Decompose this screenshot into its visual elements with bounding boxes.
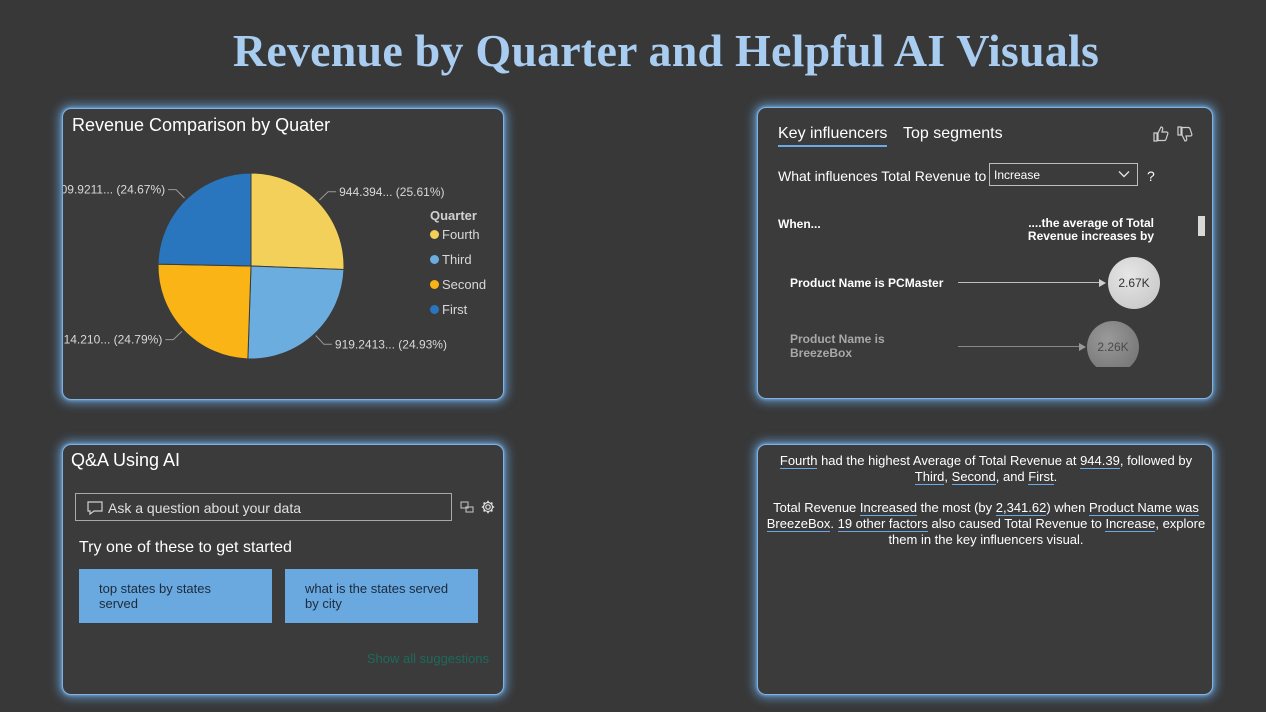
influencer-label-line1: Product Name is PCMaster: [790, 276, 944, 290]
narrative-text-run: the most (by: [917, 500, 996, 515]
influence-question: What influences Total Revenue to: [778, 168, 987, 184]
narrative-text-run: also caused Total Revenue to: [927, 516, 1106, 531]
avg-header-line2: Revenue increases by: [1027, 229, 1154, 243]
narrative-value[interactable]: Increased: [859, 500, 917, 516]
pie-legend: Quarter Fourth Third Second First: [430, 208, 486, 327]
chat-bubble-icon: [87, 501, 103, 515]
settings-gear-icon[interactable]: [481, 500, 495, 514]
influence-dropdown[interactable]: Increase: [989, 163, 1138, 186]
pie-leader-line: [165, 330, 183, 341]
legend-swatch: [430, 305, 439, 314]
narrative-value[interactable]: 2,341.62: [995, 500, 1047, 516]
legend-item-second[interactable]: Second: [430, 277, 486, 302]
narrative-value[interactable]: Fourth: [779, 453, 818, 469]
narrative-text-run: had the highest Average of Total Revenue…: [817, 453, 1081, 468]
narrative-value[interactable]: 944.39: [1080, 453, 1120, 469]
influencer-connector: [958, 282, 1100, 283]
influencer-bubble[interactable]: 2.26K: [1087, 321, 1139, 367]
arrow-icon: [1079, 343, 1086, 351]
influencer-row-label[interactable]: Product Name is BreezeBox: [790, 332, 885, 360]
legend-swatch: [430, 280, 439, 289]
average-increase-header: ....the average of Total Revenue increas…: [1028, 217, 1154, 243]
qa-try-heading: Try one of these to get started: [79, 539, 292, 556]
narrative-value[interactable]: Increase: [1105, 516, 1156, 532]
narrative-text-run: ,: [944, 469, 952, 484]
pie-slice-fourth[interactable]: [250, 172, 345, 271]
narrative-text-run: Total Revenue: [773, 500, 860, 515]
qa-card[interactable]: Q&A Using AI Ask a question about your d…: [62, 444, 504, 695]
pie-chart-card[interactable]: Revenue Comparison by Quater 944.394... …: [62, 108, 504, 400]
thumbs-down-icon[interactable]: [1176, 125, 1194, 143]
qa-placeholder: Ask a question about your data: [108, 500, 302, 516]
narrative-text-run: ) when: [1046, 500, 1089, 515]
legend-item-first[interactable]: First: [430, 302, 486, 327]
legend-label: Fourth: [442, 227, 480, 242]
smart-narrative-card[interactable]: Fourth had the highest Average of Total …: [757, 444, 1213, 695]
legend-label: Second: [442, 277, 487, 292]
chevron-down-icon: [1118, 171, 1130, 178]
narrative-text-run: .: [1053, 469, 1058, 484]
tab-top-segments[interactable]: Top segments: [903, 125, 1003, 143]
influencer-bubble[interactable]: 2.67K: [1108, 257, 1160, 309]
influencer-label-line1: Product Name is: [790, 332, 885, 346]
pie-slice-second[interactable]: [157, 263, 252, 360]
pie-data-label: 914.210... (24.79%): [63, 333, 162, 347]
legend-item-third[interactable]: Third: [430, 252, 486, 277]
influencer-label-line2: BreezeBox: [790, 346, 853, 360]
narrative-value[interactable]: First: [1028, 469, 1054, 485]
legend-label: Third: [442, 252, 472, 267]
pie-leader-line: [319, 191, 337, 201]
show-all-suggestions-link[interactable]: Show all suggestions: [367, 651, 489, 666]
pie-slice-third[interactable]: [247, 265, 345, 360]
influencer-row-label[interactable]: Product Name is PCMaster: [790, 276, 943, 290]
dropdown-value: Increase: [994, 168, 1041, 182]
legend-swatch: [430, 230, 439, 239]
pie-leader-line: [315, 335, 332, 345]
legend-swatch: [430, 255, 439, 264]
pie-slice-first[interactable]: [157, 172, 252, 267]
pie-data-label: 944.394... (25.61%): [339, 185, 444, 199]
narrative-value[interactable]: 19 other factors: [837, 516, 928, 532]
qa-suggestion-button[interactable]: what is the states served by city: [285, 569, 478, 623]
narrative-text-run: .: [830, 516, 838, 531]
legend-label: First: [442, 302, 468, 317]
narrative-text-run: , and: [995, 469, 1029, 484]
narrative-text-run: , followed by: [1119, 453, 1193, 468]
when-header: When...: [778, 217, 821, 231]
question-mark: ?: [1147, 168, 1155, 184]
legend-title: Quarter: [430, 208, 477, 223]
narrative-paragraph-2: Total Revenue Increased the most (by 2,3…: [766, 500, 1206, 548]
scrollbar-thumb[interactable]: [1198, 216, 1205, 236]
narrative-value[interactable]: Third: [914, 469, 945, 485]
narrative-value[interactable]: Second: [951, 469, 996, 485]
page-title: Revenue by Quarter and Helpful AI Visual…: [232, 25, 1100, 76]
narrative-text: Fourth had the highest Average of Total …: [766, 453, 1206, 563]
arrow-icon: [1099, 279, 1106, 287]
pie-data-label: 909.9211... (24.67%): [63, 183, 165, 197]
pie-leader-line: [168, 189, 185, 199]
pie-data-label: 919.2413... (24.93%): [335, 337, 447, 351]
qa-card-title: Q&A Using AI: [71, 450, 181, 470]
influencer-connector: [958, 346, 1080, 347]
thumbs-up-icon[interactable]: [1152, 125, 1170, 143]
tab-key-influencers[interactable]: Key influencers: [778, 125, 888, 147]
qa-suggestion-button[interactable]: top states by states served: [79, 569, 272, 623]
convert-icon[interactable]: [460, 500, 474, 514]
qa-search-input[interactable]: Ask a question about your data: [75, 493, 452, 521]
narrative-paragraph-1: Fourth had the highest Average of Total …: [766, 453, 1206, 485]
legend-item-fourth[interactable]: Fourth: [430, 227, 486, 252]
key-influencers-card[interactable]: Key influencers Top segments What influe…: [757, 107, 1213, 399]
